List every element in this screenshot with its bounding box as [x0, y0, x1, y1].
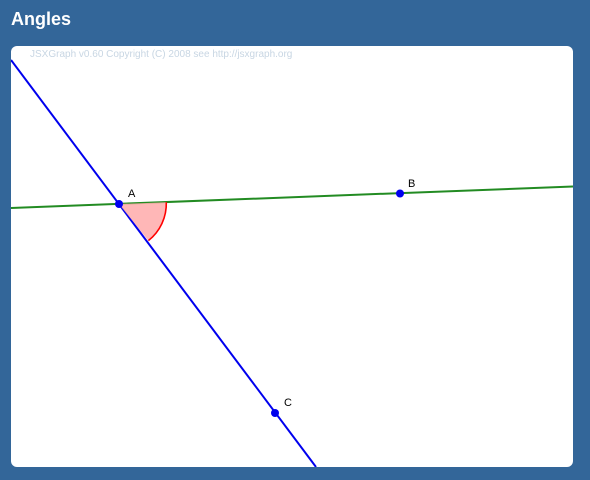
page-title: Angles — [11, 9, 72, 29]
copyright-text: JSXGraph v0.60 Copyright (C) 2008 see ht… — [30, 49, 293, 60]
point-b[interactable] — [396, 189, 404, 198]
point-c-label: C — [284, 397, 292, 409]
geometry-board[interactable]: A B C JSXGraph v0.60 Copyright (C) 2008 … — [11, 46, 573, 467]
point-a-label: A — [128, 188, 136, 200]
line-ab[interactable] — [11, 185, 573, 209]
point-a[interactable] — [115, 200, 123, 208]
line-ac[interactable] — [11, 59, 317, 467]
point-c[interactable] — [271, 409, 279, 417]
point-b-label: B — [408, 178, 415, 190]
geometry-canvas[interactable]: A B C — [11, 46, 573, 467]
